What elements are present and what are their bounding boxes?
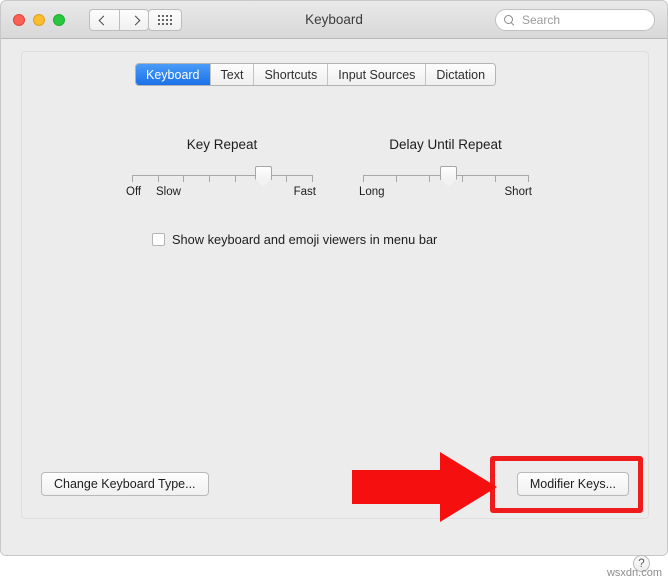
delay-until-repeat-slider[interactable] [363, 166, 529, 187]
key-repeat-labels: Off Slow Fast [126, 186, 316, 200]
delay-long-label: Long [359, 186, 385, 198]
show-viewers-label: Show keyboard and emoji viewers in menu … [172, 232, 438, 247]
tab-keyboard[interactable]: Keyboard [136, 64, 211, 85]
highlight-box-annotation [490, 456, 643, 513]
search-box[interactable] [495, 9, 655, 31]
search-icon [504, 14, 515, 26]
watermark: wsxdn.com [606, 567, 662, 579]
keyboard-preferences-window: Keyboard Key Repeat [0, 0, 668, 556]
slider-line [132, 175, 312, 176]
delay-until-repeat-labels: Long Short [359, 186, 532, 200]
delay-until-repeat-slider-group: Delay Until Repeat Long Short [359, 137, 532, 200]
keyboard-settings-pane: Key Repeat Off Slow Fast Delay Until Rep… [21, 51, 649, 519]
show-viewers-checkbox-row[interactable]: Show keyboard and emoji viewers in menu … [152, 232, 437, 247]
red-arrow-annotation [352, 452, 497, 522]
key-repeat-title: Key Repeat [186, 137, 258, 152]
change-keyboard-type-button[interactable]: Change Keyboard Type... [41, 472, 209, 496]
search-input[interactable] [520, 12, 646, 28]
preferences-tabbar: Keyboard Text Shortcuts Input Sources Di… [135, 63, 497, 86]
key-repeat-fast-label: Fast [293, 186, 316, 198]
tab-input-sources[interactable]: Input Sources [328, 64, 427, 85]
tab-shortcuts[interactable]: Shortcuts [254, 64, 329, 85]
preferences-content: Key Repeat Off Slow Fast Delay Until Rep… [1, 39, 667, 555]
key-repeat-slider-group: Key Repeat Off Slow Fast [126, 137, 316, 200]
key-repeat-off-label: Off [126, 186, 142, 198]
delay-short-label: Short [504, 186, 533, 198]
key-repeat-slow-label: Slow [156, 186, 181, 198]
delay-until-repeat-slider-knob[interactable] [440, 166, 458, 188]
key-repeat-slider[interactable] [132, 166, 313, 187]
tab-dictation[interactable]: Dictation [426, 64, 496, 85]
tab-text[interactable]: Text [210, 64, 255, 85]
key-repeat-slider-knob[interactable] [254, 166, 272, 188]
window-titlebar: Keyboard [1, 1, 667, 39]
show-viewers-checkbox[interactable] [152, 233, 165, 246]
delay-until-repeat-title: Delay Until Repeat [389, 137, 502, 152]
